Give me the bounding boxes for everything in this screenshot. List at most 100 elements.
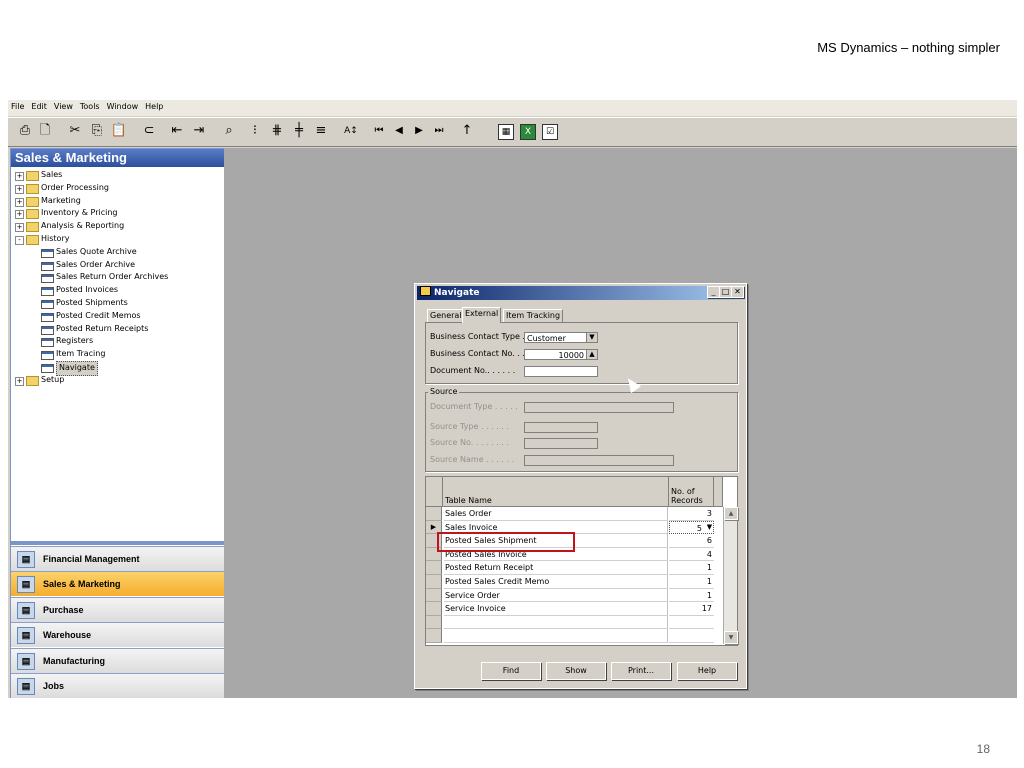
row-selector[interactable] [426,588,442,603]
grid-icon[interactable]: ≡ [312,122,330,140]
menu-help[interactable]: Help [142,100,167,111]
print-icon[interactable]: ⎙ [16,122,34,140]
last-record-icon[interactable]: ⏭ [430,122,448,140]
menu-tools[interactable]: Tools [77,100,104,111]
expand-icon[interactable]: + [15,223,24,233]
tree-item[interactable]: - History [11,233,224,246]
table-name-cell[interactable]: Sales Order [444,507,668,521]
show-button[interactable]: Show [546,662,606,680]
tree-item[interactable]: Posted Credit Memos [11,310,224,323]
tree-item[interactable]: Item Tracing [11,348,224,361]
tree-item[interactable]: + Order Processing [11,182,224,195]
scroll-down-icon[interactable]: ▼ [724,631,738,644]
row-selector[interactable] [426,615,442,630]
tree-item[interactable]: + Analysis & Reporting [11,220,224,233]
business-contact-type-select[interactable]: Customer ▼ [524,332,598,343]
table-row[interactable]: Sales Order 3 [426,507,722,521]
menu-window[interactable]: Window [104,100,143,111]
table-row[interactable] [426,615,722,630]
record-count-cell[interactable]: 3 [669,507,714,521]
drilldown-arrow-icon[interactable]: ▼ [705,523,714,532]
record-count-cell[interactable]: 17 [669,602,714,616]
find-icon[interactable]: ⌕ [220,122,238,140]
copy-icon[interactable]: ⎘ [88,122,106,140]
menu-edit[interactable]: Edit [28,100,51,111]
checklist-icon[interactable]: ☑ [542,124,558,140]
expand-icon[interactable]: + [15,172,24,181]
tree-item[interactable]: Sales Quote Archive [11,246,224,259]
record-count-cell[interactable]: 1 [669,589,714,603]
department-button[interactable]: ▤ Jobs [11,673,224,698]
chevron-down-icon[interactable]: ▼ [586,333,597,342]
table-icon[interactable]: ⋕ [268,122,286,140]
record-count-cell[interactable]: 1 [669,561,714,575]
record-count-cell[interactable]: 1 [669,575,714,589]
scroll-up-icon[interactable]: ▲ [724,507,738,520]
expand-icon[interactable]: + [15,197,24,207]
row-selector[interactable] [426,602,442,616]
record-count-cell[interactable]: 4 [669,548,714,562]
tab-item-tracking[interactable]: Item Tracking [503,309,564,322]
tree-item[interactable]: Registers [11,335,224,348]
sort-icon[interactable]: A↕ [342,122,360,140]
column-header-table-name[interactable]: Table Name [443,477,669,507]
table-name-cell[interactable] [444,629,668,643]
tree-item[interactable]: Navigate [11,360,224,376]
column-header-no-of-records[interactable]: No. of Records [669,477,714,507]
row-selector[interactable] [426,561,442,575]
tree-item[interactable]: Sales Order Archive [11,259,224,272]
tree-item[interactable]: Posted Return Receipts [11,323,224,336]
expand-icon[interactable]: + [15,184,24,194]
expand-icon[interactable]: + [15,376,24,386]
department-button[interactable]: ▤ Manufacturing [11,647,224,673]
menu-file[interactable]: File [8,100,28,111]
tab-general[interactable]: General [427,309,465,322]
excel-icon[interactable]: X [520,124,536,140]
find-button[interactable]: Find [481,662,541,680]
up-icon[interactable]: ↑ [458,122,476,140]
close-icon[interactable]: ✕ [731,286,744,298]
table-row[interactable]: Service Order 1 [426,588,722,603]
table-name-cell[interactable]: Posted Sales Credit Memo [444,575,668,589]
table-row[interactable]: Posted Return Receipt 1 [426,561,722,575]
record-count-cell[interactable]: 6 [669,534,714,548]
previous-record-icon[interactable]: ◀ [390,122,408,140]
vertical-scrollbar[interactable]: ▲ ▼ [723,507,738,644]
pane-splitter[interactable] [11,541,224,545]
cut-icon[interactable]: ✂ [66,122,84,140]
record-count-cell[interactable] [669,616,714,630]
record-count-cell[interactable] [669,629,714,643]
help-button[interactable]: Help [677,662,737,680]
department-button[interactable]: ▤ Financial Management [11,546,224,571]
row-selector[interactable] [426,507,442,521]
table-row[interactable]: Posted Sales Credit Memo 1 [426,575,722,589]
table-name-cell[interactable]: Service Order [444,588,668,603]
department-button[interactable]: ▤ Warehouse [11,622,224,648]
list-icon[interactable]: ⁝ [246,122,264,140]
table-name-cell[interactable] [444,615,668,630]
tree-item[interactable]: + Marketing [11,195,224,208]
row-selector[interactable] [426,575,442,589]
table-name-cell[interactable]: Posted Return Receipt [444,561,668,575]
menu-view[interactable]: View [51,100,77,111]
collapse-icon[interactable]: - [15,235,24,245]
tree-item[interactable]: + Setup [11,374,224,387]
department-button[interactable]: ▤ Sales & Marketing [11,571,224,597]
tab-external[interactable]: External [462,307,502,323]
dialog-title-bar[interactable]: Navigate [417,286,744,300]
outdent-icon[interactable]: ⇥ [190,122,208,140]
indent-icon[interactable]: ⇤ [168,122,186,140]
lookup-arrow-icon[interactable]: ▲ [586,350,597,359]
department-button[interactable]: ▤ Purchase [11,596,224,622]
print-button[interactable]: Print... [611,662,671,680]
tree-item[interactable]: Posted Shipments [11,297,224,310]
attach-icon[interactable]: ⊂ [140,122,158,140]
first-record-icon[interactable]: ⏮ [370,122,388,140]
table-row[interactable]: Service Invoice 17 [426,602,722,616]
row-selector[interactable] [426,629,442,643]
table-name-cell[interactable]: Service Invoice [444,602,668,616]
table-row[interactable] [426,629,722,643]
next-record-icon[interactable]: ▶ [410,122,428,140]
document-no-field[interactable] [524,366,598,377]
paste-icon[interactable]: 📋 [110,122,128,140]
